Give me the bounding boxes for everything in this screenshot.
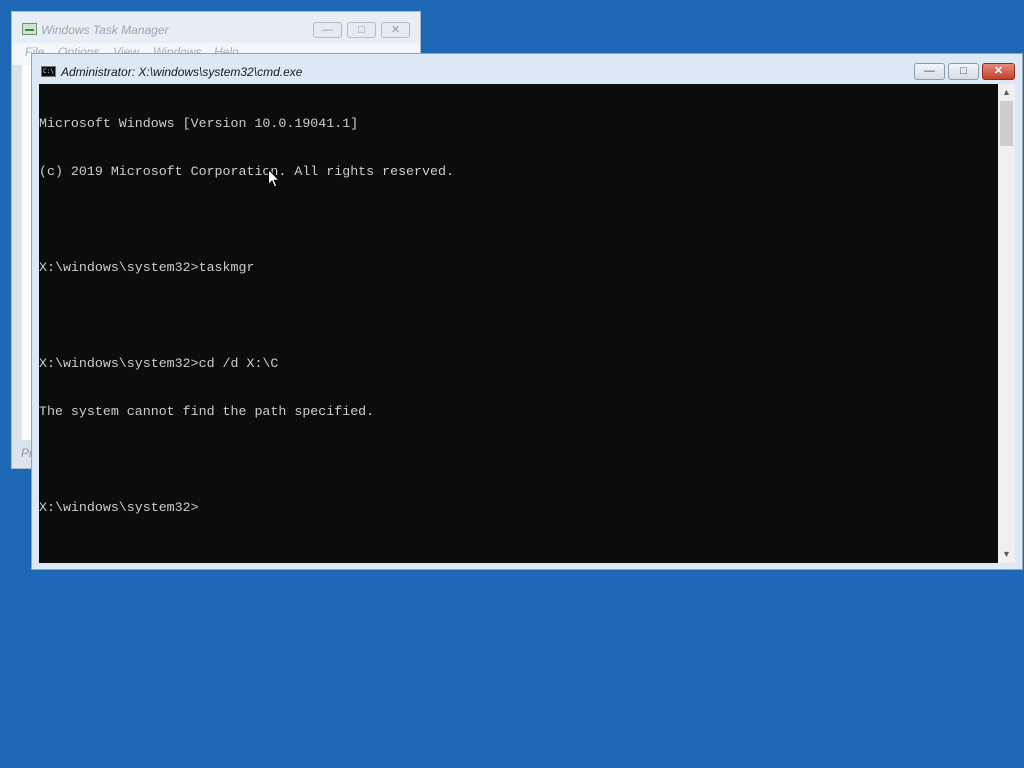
console-line: The system cannot find the path specifie… bbox=[39, 404, 375, 419]
task-manager-titlebar[interactable]: Windows Task Manager — □ ✕ bbox=[12, 12, 420, 43]
console-line: X:\windows\system32>cd /d X:\C bbox=[39, 356, 279, 371]
mouse-pointer-icon bbox=[268, 169, 280, 188]
scroll-down-arrow-icon[interactable]: ▼ bbox=[998, 546, 1015, 563]
vertical-scrollbar[interactable]: ▲ ▼ bbox=[998, 84, 1015, 563]
command-prompt-titlebar[interactable]: C:\ Administrator: X:\windows\system32\c… bbox=[32, 54, 1022, 84]
task-manager-close-button[interactable]: ✕ bbox=[381, 22, 410, 38]
console-output[interactable]: Microsoft Windows [Version 10.0.19041.1]… bbox=[39, 84, 998, 563]
task-manager-icon bbox=[22, 23, 37, 35]
console-line: (c) 2019 Microsoft Corporation. All righ… bbox=[39, 164, 454, 179]
command-prompt-title: Administrator: X:\windows\system32\cmd.e… bbox=[61, 65, 303, 79]
scroll-thumb[interactable] bbox=[1000, 101, 1013, 146]
console-line: X:\windows\system32>taskmgr bbox=[39, 260, 255, 275]
close-button[interactable]: ✕ bbox=[982, 63, 1015, 80]
command-prompt-icon: C:\ bbox=[41, 66, 56, 77]
minimize-button[interactable]: — bbox=[914, 63, 945, 80]
task-manager-minimize-button[interactable]: — bbox=[313, 22, 342, 38]
maximize-button[interactable]: □ bbox=[948, 63, 979, 80]
command-prompt-window[interactable]: C:\ Administrator: X:\windows\system32\c… bbox=[31, 53, 1023, 570]
console-line: Microsoft Windows [Version 10.0.19041.1] bbox=[39, 116, 359, 131]
scroll-up-arrow-icon[interactable]: ▲ bbox=[998, 84, 1015, 101]
console-prompt-line[interactable]: X:\windows\system32> bbox=[39, 500, 998, 516]
console-area[interactable]: Microsoft Windows [Version 10.0.19041.1]… bbox=[39, 84, 1015, 563]
task-manager-maximize-button[interactable]: □ bbox=[347, 22, 376, 38]
task-manager-title: Windows Task Manager bbox=[41, 23, 169, 37]
